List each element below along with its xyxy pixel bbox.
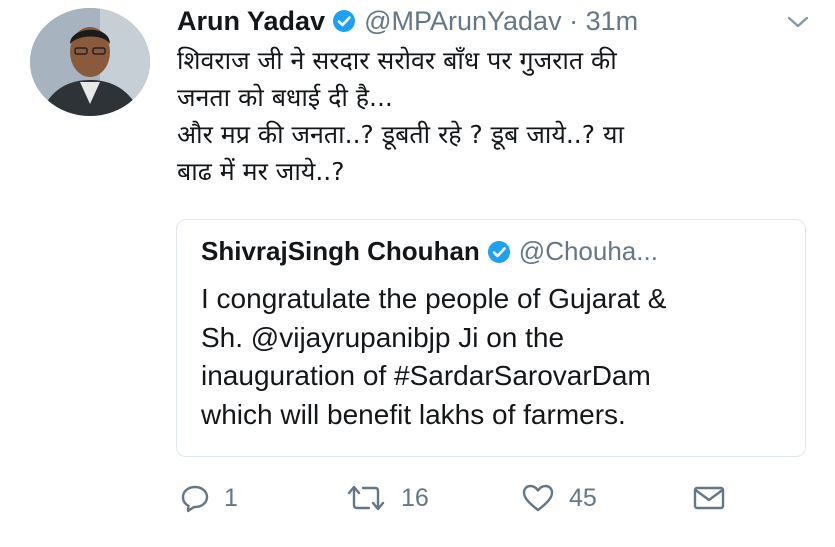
quoted-author-name: ShivrajSingh Chouhan [201,236,480,266]
tweet-header: Arun Yadav @MPArunYadav · 31m [177,4,638,38]
like-count: 45 [569,483,597,512]
quoted-text-line: Sh. @vijayrupanibjp Ji on the [201,321,565,353]
retweet-count: 16 [401,483,429,512]
author-name[interactable]: Arun Yadav [177,6,325,37]
quoted-tweet-text: I congratulate the people of Gujarat & S… [201,280,791,434]
verified-badge-icon [487,240,510,263]
quoted-author-handle: @Chouha... [518,236,658,266]
tweet-text: शिवराज जी ने सरदार सरोवर बाँध पर गुजरात … [177,42,797,190]
like-button[interactable]: 45 [521,476,597,520]
tweet-text-line: और मप्र की जनता..? डूबती रहे ? डूब जाये.… [177,120,624,149]
retweet-button[interactable]: 16 [345,476,429,520]
quoted-tweet-card[interactable]: ShivrajSingh Chouhan @Chouha... I congra… [176,219,806,457]
reply-icon [181,485,209,513]
tweet-actions: 1 16 45 [0,476,835,520]
tweet-text-line: शिवराज जी ने सरदार सरोवर बाँध पर गुजरात … [177,46,617,75]
heart-icon [522,484,554,512]
tweet-text-line: जनता को बधाई दी है... [177,83,393,112]
avatar[interactable] [30,8,150,116]
reply-count: 1 [224,483,238,512]
direct-message-button[interactable] [692,476,726,520]
verified-badge-icon [333,10,356,32]
envelope-icon [693,486,725,510]
quoted-tweet-header: ShivrajSingh Chouhan @Chouha... [201,236,658,267]
quoted-text-line: I congratulate the people of Gujarat & [201,283,667,314]
tweet-text-line: बाढ में मर जाये..? [177,157,345,186]
quoted-text-line: which will benefit lakhs of farmers. [201,398,626,430]
avatar-photo [30,8,150,116]
retweet-icon [347,485,385,511]
reply-button[interactable]: 1 [180,476,238,520]
quoted-text-line: inauguration of #SardarSarovarDam [201,360,651,391]
author-handle-time[interactable]: @MPArunYadav · 31m [364,6,638,37]
chevron-down-icon[interactable] [786,14,810,30]
